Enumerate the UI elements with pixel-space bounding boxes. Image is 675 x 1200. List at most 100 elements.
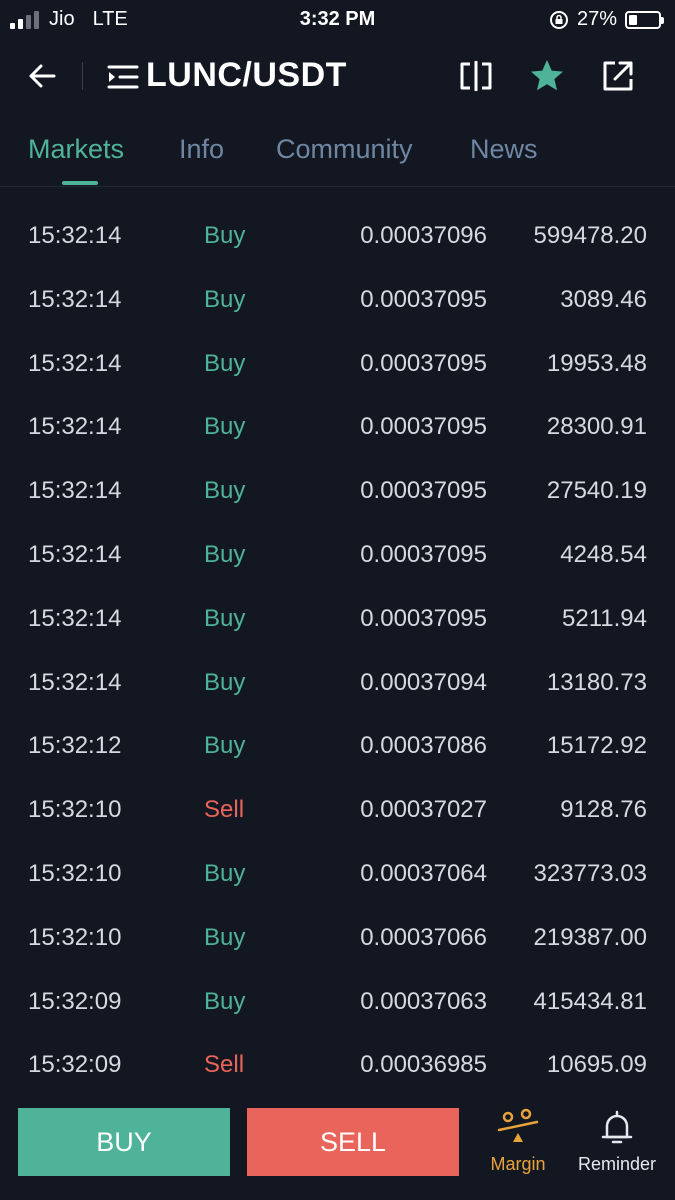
trade-price: 0.00037095 xyxy=(360,413,487,441)
trade-time: 15:32:09 xyxy=(28,1051,122,1079)
trade-time: 15:32:14 xyxy=(28,349,122,377)
trade-price: 0.00037095 xyxy=(360,285,487,313)
reminder-label: Reminder xyxy=(577,1154,657,1174)
table-row: 15:32:12 Buy 0.00037086 15172.92 xyxy=(0,714,675,778)
trade-price: 0.00036985 xyxy=(360,1051,487,1079)
trade-price: 0.00037095 xyxy=(360,349,487,377)
trade-amount: 19953.48 xyxy=(546,349,647,377)
bottom-action-bar: BUY SELL Margin Reminder xyxy=(0,1098,675,1200)
trade-amount: 27540.19 xyxy=(546,477,647,505)
trade-time: 15:32:14 xyxy=(28,668,122,696)
table-row: 15:32:14 Buy 0.00037095 4248.54 xyxy=(0,523,675,587)
trade-side: Buy xyxy=(204,222,246,249)
trade-side: Buy xyxy=(204,540,246,568)
trade-time: 15:32:14 xyxy=(28,604,122,632)
trade-amount: 415434.81 xyxy=(533,987,647,1015)
trade-price: 0.00037086 xyxy=(360,732,487,760)
trade-time: 15:32:10 xyxy=(28,859,122,887)
trade-price: 0.00037027 xyxy=(360,796,487,824)
trade-time: 15:32:12 xyxy=(28,732,122,760)
trade-side: Buy xyxy=(204,477,246,505)
trade-time: 15:32:14 xyxy=(28,222,122,249)
trade-amount: 10695.09 xyxy=(546,1051,647,1079)
arrow-left-icon[interactable] xyxy=(22,56,62,96)
table-row: 15:32:14 Buy 0.00037095 5211.94 xyxy=(0,587,675,651)
margin-label: Margin xyxy=(490,1154,546,1174)
trade-side: Buy xyxy=(204,604,246,632)
table-row: 15:32:09 Buy 0.00037063 415434.81 xyxy=(0,970,675,1034)
table-row: 15:32:14 Buy 0.00037095 3089.46 xyxy=(0,268,675,332)
pair-header: LUNC/USDT xyxy=(0,44,675,108)
trade-amount: 9128.76 xyxy=(560,796,647,824)
trade-price: 0.00037095 xyxy=(360,540,487,568)
trade-side: Sell xyxy=(204,1051,245,1079)
bell-icon xyxy=(601,1110,633,1144)
trade-amount: 599478.20 xyxy=(533,222,647,249)
table-row: 15:32:14 Buy 0.00037095 28300.91 xyxy=(0,395,675,459)
table-row: 15:32:10 Buy 0.00037066 219387.00 xyxy=(0,906,675,970)
trade-time: 15:32:14 xyxy=(28,285,122,313)
trade-side: Buy xyxy=(204,732,246,760)
split-compare-icon[interactable] xyxy=(456,56,496,96)
trade-price: 0.00037095 xyxy=(360,477,487,505)
star-icon[interactable] xyxy=(527,56,567,96)
table-row: 15:32:10 Buy 0.00037064 323773.03 xyxy=(0,842,675,906)
trade-side: Buy xyxy=(204,668,246,696)
trade-amount: 5211.94 xyxy=(562,604,647,632)
trade-time: 15:32:14 xyxy=(28,540,122,568)
trade-amount: 3089.46 xyxy=(560,285,647,313)
trade-time: 15:32:09 xyxy=(28,987,122,1015)
trade-price: 0.00037064 xyxy=(360,859,487,887)
trade-amount: 28300.91 xyxy=(546,413,647,441)
battery-icon xyxy=(625,10,664,29)
status-right: 27% xyxy=(549,8,664,31)
status-bar: Jio LTE 3:32 PM 27% xyxy=(0,0,675,38)
trade-time: 15:32:14 xyxy=(28,413,122,441)
battery-percent: 27% xyxy=(576,8,617,30)
trade-amount: 323773.03 xyxy=(533,859,647,887)
header-divider xyxy=(82,62,83,90)
tab-markets[interactable]: Markets xyxy=(28,134,124,165)
scale-people-icon xyxy=(497,1108,539,1142)
trade-time: 15:32:10 xyxy=(28,923,122,951)
trade-price: 0.00037094 xyxy=(360,668,487,696)
trade-price: 0.00037066 xyxy=(360,923,487,951)
trade-time: 15:32:10 xyxy=(28,796,122,824)
section-tabs: Markets Info Community News xyxy=(0,124,675,187)
tab-info[interactable]: Info xyxy=(179,134,224,165)
sell-button[interactable]: SELL xyxy=(247,1108,459,1176)
trade-history-list[interactable]: 15:32:14 Buy 0.00037096 599478.20 15:32:14 Bu… xyxy=(0,204,675,1097)
pair-title[interactable]: LUNC/USDT xyxy=(146,56,347,95)
reminder-button[interactable]: Reminder xyxy=(572,1108,662,1188)
trade-side: Buy xyxy=(204,923,246,951)
table-row: 15:32:09 Sell 0.00036985 10695.09 xyxy=(0,1033,675,1097)
table-row: 15:32:14 Buy 0.00037096 599478.20 xyxy=(0,204,675,268)
trade-amount: 219387.00 xyxy=(533,923,647,951)
trade-side: Buy xyxy=(204,285,246,313)
orientation-lock-icon xyxy=(549,10,568,29)
table-row: 15:32:14 Buy 0.00037095 27540.19 xyxy=(0,459,675,523)
trade-side: Buy xyxy=(204,987,246,1015)
trade-price: 0.00037063 xyxy=(360,987,487,1015)
table-row: 15:32:14 Buy 0.00037094 13180.73 xyxy=(0,651,675,715)
table-row: 15:32:10 Sell 0.00037027 9128.76 xyxy=(0,778,675,842)
trade-price: 0.00037095 xyxy=(360,604,487,632)
battery-level-fill xyxy=(629,14,637,25)
share-external-icon[interactable] xyxy=(598,56,638,96)
tab-news[interactable]: News xyxy=(470,134,538,165)
active-tab-indicator xyxy=(62,181,98,185)
buy-button[interactable]: BUY xyxy=(18,1108,230,1176)
trade-price: 0.00037096 xyxy=(360,222,487,249)
trade-side: Sell xyxy=(204,796,245,824)
margin-button[interactable]: Margin xyxy=(473,1108,563,1188)
trade-amount: 15172.92 xyxy=(546,732,647,760)
trade-side: Buy xyxy=(204,413,246,441)
tab-community[interactable]: Community xyxy=(276,134,413,165)
trade-time: 15:32:14 xyxy=(28,477,122,505)
table-row: 15:32:14 Buy 0.00037095 19953.48 xyxy=(0,332,675,396)
menu-list-icon[interactable] xyxy=(106,62,140,92)
trade-amount: 13180.73 xyxy=(546,668,647,696)
trade-side: Buy xyxy=(204,349,246,377)
trade-side: Buy xyxy=(204,859,246,887)
trade-amount: 4248.54 xyxy=(560,540,647,568)
